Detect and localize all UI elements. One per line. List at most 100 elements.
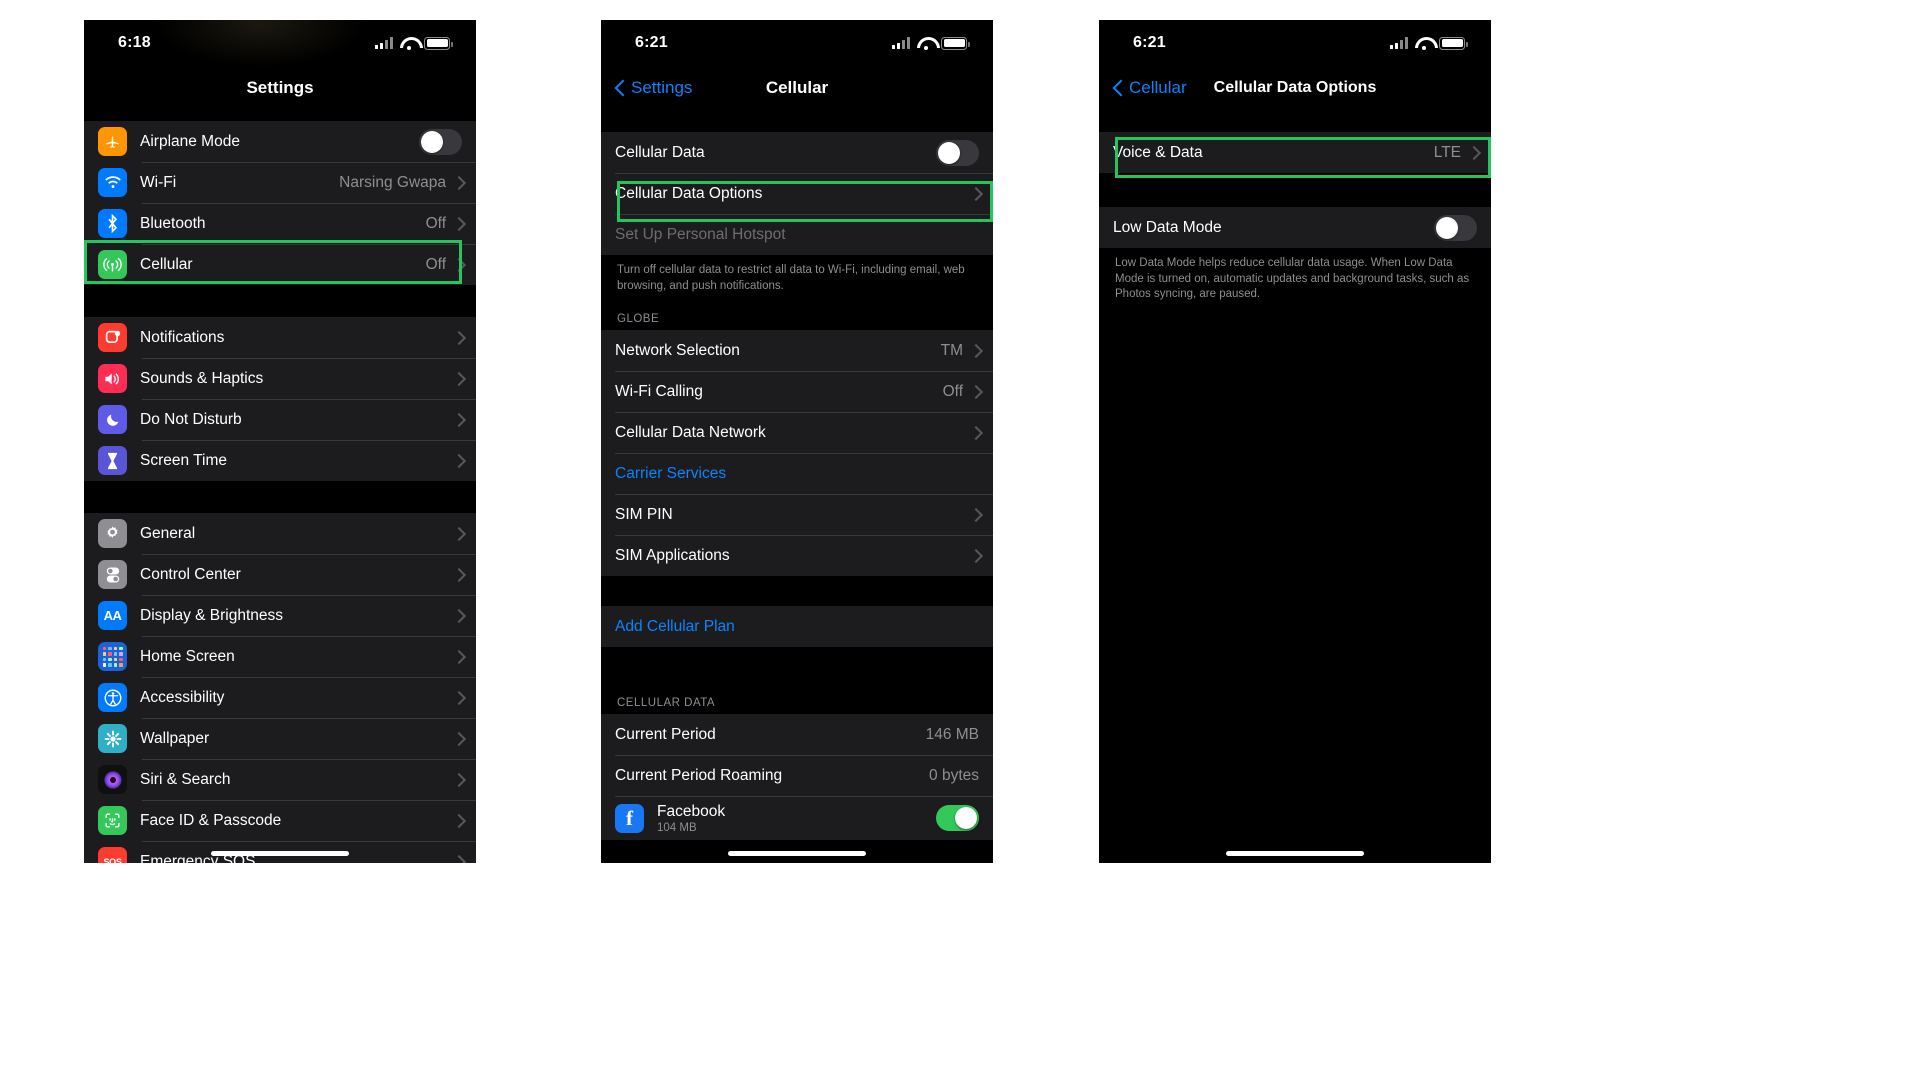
status-bar: 6:21: [601, 20, 993, 66]
bluetooth-status-value: Off: [425, 214, 446, 232]
sidebar-item-home-screen[interactable]: Home Screen: [84, 636, 476, 677]
chevron-right-icon: [454, 331, 462, 344]
status-bar: 6:18: [84, 20, 476, 66]
phone-screen-cellular: 6:21 Settings Cellular Cellular Data Cel…: [601, 20, 993, 863]
back-button[interactable]: Settings: [615, 78, 692, 98]
sidebar-item-airplane-mode[interactable]: Airplane Mode: [84, 121, 476, 162]
sidebar-item-siri-search[interactable]: Siri & Search: [84, 759, 476, 800]
row-label: Current Period Roaming: [615, 766, 783, 784]
row-label: Cellular Data: [615, 143, 705, 161]
current-period-roaming-value: 0 bytes: [929, 766, 979, 784]
sidebar-item-face-id-passcode[interactable]: Face ID & Passcode: [84, 800, 476, 841]
row-label: Cellular: [140, 255, 193, 273]
row-label: Sounds & Haptics: [140, 369, 264, 387]
cellular-data-options-list[interactable]: Voice & Data LTE Low Data Mode Low Data …: [1099, 110, 1491, 313]
row-label: Accessibility: [140, 688, 225, 706]
low-data-mode-footnote: Low Data Mode helps reduce cellular data…: [1099, 248, 1491, 313]
row-current-period: Current Period 146 MB: [601, 714, 993, 755]
row-network-selection[interactable]: Network Selection TM: [601, 330, 993, 371]
row-label: Screen Time: [140, 451, 228, 469]
row-set-up-personal-hotspot[interactable]: Set Up Personal Hotspot: [601, 214, 993, 255]
accessibility-icon: [98, 683, 127, 712]
row-add-cellular-plan[interactable]: Add Cellular Plan: [601, 606, 993, 647]
nav-bar: Cellular Cellular Data Options: [1099, 66, 1491, 110]
status-indicators: [375, 36, 453, 50]
wifi-icon: [1415, 37, 1432, 50]
home-screen-icon: [98, 642, 127, 671]
chevron-right-icon: [971, 549, 979, 562]
row-label: Control Center: [140, 565, 241, 583]
cellular-data-toggle[interactable]: [936, 139, 979, 166]
airplane-mode-toggle[interactable]: [419, 128, 462, 155]
row-sim-pin[interactable]: SIM PIN: [601, 494, 993, 535]
cellular-bars-icon: [375, 37, 393, 49]
row-sim-applications[interactable]: SIM Applications: [601, 535, 993, 576]
sidebar-item-bluetooth[interactable]: Bluetooth Off: [84, 203, 476, 244]
row-voice-and-data[interactable]: Voice & Data LTE: [1099, 132, 1491, 173]
sidebar-item-cellular[interactable]: Cellular Off: [84, 244, 476, 285]
notifications-icon: [98, 323, 127, 352]
sidebar-item-general[interactable]: General: [84, 513, 476, 554]
hourglass-icon: [98, 446, 127, 475]
chevron-left-icon: [615, 79, 626, 98]
chevron-right-icon: [454, 372, 462, 385]
airplane-icon: [98, 127, 127, 156]
phone-screen-settings-root: 6:18 Settings Airplane Mode Wi-Fi Narsin…: [84, 20, 476, 863]
sidebar-item-accessibility[interactable]: Accessibility: [84, 677, 476, 718]
chevron-right-icon: [971, 187, 979, 200]
row-cellular-data-network[interactable]: Cellular Data Network: [601, 412, 993, 453]
cellular-data-footnote: Turn off cellular data to restrict all d…: [601, 255, 993, 305]
row-label: Wallpaper: [140, 729, 210, 747]
row-label: General: [140, 524, 196, 542]
sidebar-item-wifi[interactable]: Wi-Fi Narsing Gwapa: [84, 162, 476, 203]
section-gap: [601, 110, 993, 132]
emergency-sos-icon: SOS: [98, 847, 127, 863]
cellular-group-carrier: Network Selection TM Wi-Fi Calling Off C…: [601, 330, 993, 577]
wifi-icon: [917, 37, 934, 50]
screenshot-canvas: 6:18 Settings Airplane Mode Wi-Fi Narsin…: [0, 0, 1920, 1080]
chevron-left-icon: [1113, 79, 1124, 98]
chevron-right-icon: [454, 258, 462, 271]
row-label: Set Up Personal Hotspot: [615, 225, 786, 243]
row-low-data-mode[interactable]: Low Data Mode: [1099, 207, 1491, 248]
row-wifi-calling[interactable]: Wi-Fi Calling Off: [601, 371, 993, 412]
page-title: Settings: [246, 78, 314, 97]
app-usage-labels: Facebook 104 MB: [657, 803, 936, 834]
section-header-cellular-data: CELLULAR DATA: [601, 688, 993, 715]
sidebar-item-screen-time[interactable]: Screen Time: [84, 440, 476, 481]
row-carrier-services[interactable]: Carrier Services: [601, 453, 993, 494]
row-label: Wi-Fi Calling: [615, 382, 703, 400]
chevron-right-icon: [454, 773, 462, 786]
phone-screen-cellular-data-options: 6:21 Cellular Cellular Data Options Voic…: [1099, 20, 1491, 863]
cellular-list[interactable]: Cellular Data Cellular Data Options Set …: [601, 110, 993, 841]
cellular-group-usage: Current Period 146 MB Current Period Roa…: [601, 714, 993, 841]
facebook-cellular-toggle[interactable]: [936, 805, 979, 832]
home-indicator: [1226, 851, 1364, 856]
chevron-right-icon: [971, 385, 979, 398]
chevron-right-icon: [454, 217, 462, 230]
wifi-settings-icon: [98, 168, 127, 197]
sidebar-item-do-not-disturb[interactable]: Do Not Disturb: [84, 399, 476, 440]
status-bar: 6:21: [1099, 20, 1491, 66]
chevron-right-icon: [971, 344, 979, 357]
sidebar-item-display-brightness[interactable]: AA Display & Brightness: [84, 595, 476, 636]
sidebar-item-control-center[interactable]: Control Center: [84, 554, 476, 595]
chevron-right-icon: [454, 855, 462, 863]
chevron-right-icon: [454, 650, 462, 663]
row-label: Voice & Data: [1113, 143, 1203, 161]
sidebar-item-sounds-haptics[interactable]: Sounds & Haptics: [84, 358, 476, 399]
sidebar-item-wallpaper[interactable]: Wallpaper: [84, 718, 476, 759]
back-button[interactable]: Cellular: [1113, 78, 1187, 98]
row-label: Siri & Search: [140, 770, 231, 788]
row-cellular-data[interactable]: Cellular Data: [601, 132, 993, 173]
home-indicator: [211, 851, 349, 856]
row-app-facebook[interactable]: f Facebook 104 MB: [601, 796, 993, 840]
row-label: Carrier Services: [615, 464, 727, 482]
row-cellular-data-options[interactable]: Cellular Data Options: [601, 173, 993, 214]
wifi-icon: [400, 37, 417, 50]
back-button-label: Settings: [631, 78, 693, 97]
sidebar-item-notifications[interactable]: Notifications: [84, 317, 476, 358]
cellular-bars-icon: [1390, 37, 1408, 49]
low-data-mode-toggle[interactable]: [1434, 214, 1477, 241]
settings-list[interactable]: Airplane Mode Wi-Fi Narsing Gwapa Blueto: [84, 110, 476, 863]
